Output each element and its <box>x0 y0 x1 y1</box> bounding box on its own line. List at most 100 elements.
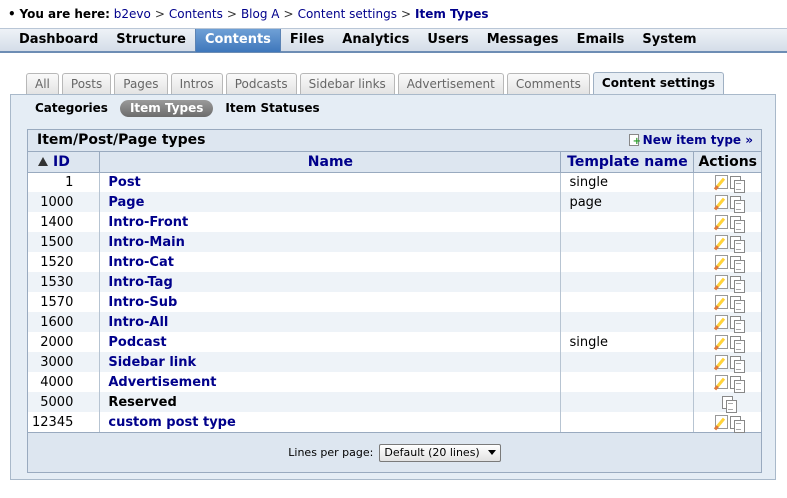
tab-advertisement[interactable]: Advertisement <box>397 73 504 94</box>
menu-item-emails[interactable]: Emails <box>568 29 634 52</box>
menu-item-messages[interactable]: Messages <box>478 29 568 52</box>
lines-per-page-select[interactable]: Default (20 lines) <box>379 443 501 462</box>
sub-tabs: Categories Item Types Item Statuses <box>27 98 332 118</box>
copy-icon[interactable] <box>722 395 738 413</box>
copy-icon[interactable] <box>729 355 745 373</box>
menu-item-analytics[interactable]: Analytics <box>333 29 418 52</box>
item-type-link[interactable]: Intro-Sub <box>108 295 177 310</box>
tab-pages[interactable]: Pages <box>114 73 168 94</box>
item-type-link[interactable]: Podcast <box>108 335 166 350</box>
cell-id: 1520 <box>28 252 101 272</box>
cell-template <box>560 372 695 392</box>
edit-icon[interactable] <box>714 275 728 289</box>
table-row: 1000 Page page <box>28 192 761 213</box>
column-header-template[interactable]: Template name <box>560 152 695 173</box>
edit-icon[interactable] <box>714 215 728 229</box>
cell-id: 5000 <box>28 392 101 412</box>
cell-template <box>560 352 695 372</box>
item-type-link[interactable]: Intro-All <box>108 315 168 330</box>
copy-icon[interactable] <box>729 255 745 273</box>
copy-icon[interactable] <box>729 295 745 313</box>
edit-icon[interactable] <box>714 375 728 389</box>
breadcrumb-item-content-settings[interactable]: Content settings <box>298 7 397 21</box>
cell-template <box>560 212 695 232</box>
sort-ascending-icon[interactable] <box>38 156 48 166</box>
tab-all[interactable]: All <box>26 73 59 94</box>
tab-content-settings[interactable]: Content settings <box>592 72 724 95</box>
item-type-link[interactable]: Post <box>108 175 140 190</box>
cell-id: 1530 <box>28 272 101 292</box>
tab-comments[interactable]: Comments <box>506 73 590 94</box>
new-item-type-link[interactable]: New item type » <box>628 133 753 147</box>
edit-icon[interactable] <box>714 255 728 269</box>
cell-actions <box>693 332 761 353</box>
content-tabs: All Posts Pages Intros Podcasts Sidebar links… <box>26 72 727 95</box>
menu-item-structure[interactable]: Structure <box>107 29 195 52</box>
edit-icon[interactable] <box>714 355 728 369</box>
item-type-link[interactable]: Advertisement <box>108 375 216 390</box>
column-actions-label: Actions <box>698 153 757 170</box>
menu-item-files[interactable]: Files <box>281 29 333 52</box>
menu-item-dashboard[interactable]: Dashboard <box>10 29 107 52</box>
item-type-link[interactable]: Intro-Cat <box>108 255 174 270</box>
tab-sidebar-links[interactable]: Sidebar links <box>299 73 395 94</box>
item-type-link[interactable]: Intro-Tag <box>108 275 172 290</box>
edit-icon[interactable] <box>714 335 728 349</box>
table-row: 1530 Intro-Tag <box>28 272 761 293</box>
copy-icon[interactable] <box>729 215 745 233</box>
cell-actions <box>693 192 761 213</box>
edit-icon[interactable] <box>714 295 728 309</box>
results-footer: Lines per page: Default (20 lines) <box>28 432 761 472</box>
tab-posts[interactable]: Posts <box>61 73 112 94</box>
item-type-link[interactable]: Sidebar link <box>108 355 196 370</box>
cell-name: Post <box>99 172 562 192</box>
breadcrumb-separator: > <box>400 7 412 21</box>
cell-id: 1570 <box>28 292 101 312</box>
item-types-results: Item/Post/Page types New item type » ID … <box>27 129 762 473</box>
item-type-link[interactable]: Intro-Front <box>108 215 188 230</box>
table-row: 12345 custom post type <box>28 412 761 433</box>
table-row: 1520 Intro-Cat <box>28 252 761 273</box>
cell-template: page <box>560 192 695 212</box>
cell-template <box>560 312 695 332</box>
cell-actions <box>693 232 761 253</box>
tab-intros[interactable]: Intros <box>170 73 223 94</box>
breadcrumb-item-contents[interactable]: Contents <box>169 7 223 21</box>
item-type-link[interactable]: Page <box>108 195 144 210</box>
menu-item-users[interactable]: Users <box>418 29 477 52</box>
edit-icon[interactable] <box>714 235 728 249</box>
copy-icon[interactable] <box>729 275 745 293</box>
edit-icon[interactable] <box>714 195 728 209</box>
copy-icon[interactable] <box>729 195 745 213</box>
subtab-categories[interactable]: Categories <box>27 100 116 117</box>
cell-template: single <box>560 332 695 352</box>
edit-icon[interactable] <box>714 315 728 329</box>
copy-icon[interactable] <box>729 415 745 433</box>
tab-podcasts[interactable]: Podcasts <box>225 73 297 94</box>
copy-icon[interactable] <box>729 375 745 393</box>
column-header-id[interactable]: ID <box>28 152 101 173</box>
menu-item-contents[interactable]: Contents <box>194 29 281 52</box>
breadcrumb-lead: You are here: <box>19 7 110 21</box>
cell-name: custom post type <box>99 412 562 432</box>
subtab-item-statuses[interactable]: Item Statuses <box>217 100 327 117</box>
cell-name: Intro-Main <box>99 232 562 252</box>
edit-icon[interactable] <box>714 175 728 190</box>
column-header-name[interactable]: Name <box>99 152 562 173</box>
cell-name: Podcast <box>99 332 562 352</box>
subtab-item-types[interactable]: Item Types <box>119 99 214 117</box>
copy-icon[interactable] <box>729 315 745 333</box>
item-type-link[interactable]: custom post type <box>108 415 235 430</box>
breadcrumb-item-blog-a[interactable]: Blog A <box>241 7 280 21</box>
edit-icon[interactable] <box>714 415 728 429</box>
breadcrumb-item-b2evo[interactable]: b2evo <box>114 7 151 21</box>
copy-icon[interactable] <box>729 175 745 193</box>
item-type-link[interactable]: Intro-Main <box>108 235 184 250</box>
lines-per-page-label: Lines per page: <box>288 446 374 459</box>
breadcrumb-item-item-types[interactable]: Item Types <box>415 7 488 21</box>
copy-icon[interactable] <box>729 335 745 353</box>
menu-item-system[interactable]: System <box>633 29 705 52</box>
copy-icon[interactable] <box>729 235 745 253</box>
cell-name: Advertisement <box>99 372 562 392</box>
cell-actions <box>693 372 761 393</box>
